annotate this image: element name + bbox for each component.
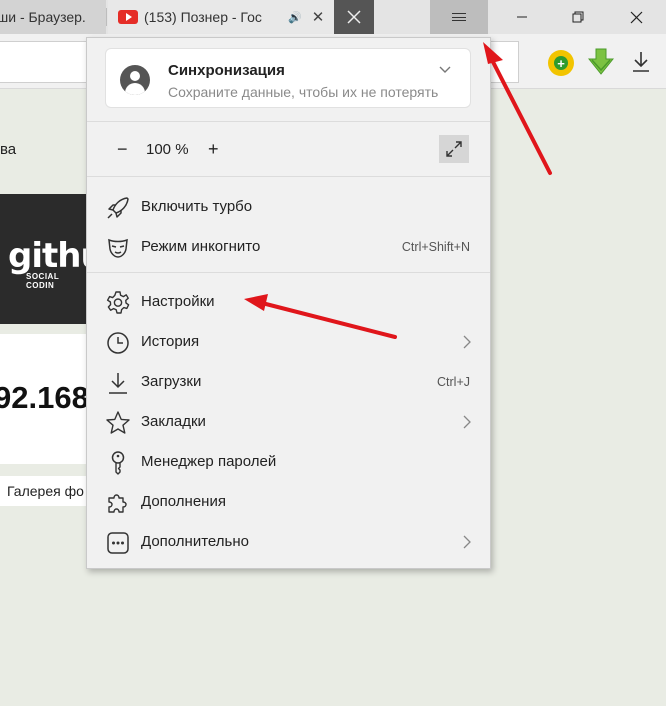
- menu-item-more[interactable]: Дополнительно: [87, 522, 490, 562]
- menu-item-shortcut: Ctrl+J: [437, 375, 470, 389]
- clock-icon: [107, 332, 129, 354]
- gallery-label: Галерея фо: [7, 483, 84, 499]
- star-icon: [106, 411, 130, 434]
- menu-item-settings[interactable]: Настройки: [87, 282, 490, 322]
- tab-title: (153) Познер - Гос: [144, 9, 262, 25]
- tab-separator: [106, 8, 107, 26]
- menu-item-label: Закладки: [141, 413, 206, 430]
- chevron-right-icon: [463, 415, 471, 429]
- menu-item-label: История: [141, 333, 200, 350]
- minimize-button[interactable]: [494, 0, 550, 34]
- menu-item-label: Дополнительно: [141, 533, 249, 550]
- github-tile[interactable]: githul SOCIAL CODIN: [0, 194, 87, 324]
- browser-menu-button[interactable]: [430, 0, 488, 34]
- menu-item-addons[interactable]: Дополнения: [87, 482, 490, 522]
- menu-item-label: Настройки: [141, 293, 215, 310]
- browser-menu: Синхронизация Сохраните данные, чтобы их…: [86, 37, 491, 569]
- sync-subtitle: Сохраните данные, чтобы их не потерять: [168, 84, 439, 100]
- fullscreen-button[interactable]: [439, 135, 469, 163]
- ip-text: 92.168: [0, 380, 89, 415]
- divider: [87, 176, 490, 177]
- close-icon[interactable]: ✕: [312, 8, 325, 26]
- speaker-icon[interactable]: 🔊: [288, 11, 302, 24]
- hamburger-icon: [452, 11, 466, 24]
- window-close-button[interactable]: [608, 0, 664, 34]
- youtube-icon: [118, 10, 138, 24]
- close-tab-button[interactable]: [334, 0, 374, 34]
- github-logo-subtext: SOCIAL CODIN: [26, 272, 60, 290]
- rocket-icon: [107, 197, 129, 219]
- minimize-icon: [517, 16, 527, 18]
- zoom-in-button[interactable]: +: [208, 139, 219, 160]
- tab-browser[interactable]: ши - Браузер.: [0, 0, 106, 34]
- menu-item-bookmarks[interactable]: Закладки: [87, 402, 490, 442]
- download-icon[interactable]: [630, 50, 652, 74]
- tab-youtube[interactable]: (153) Познер - Гос 🔊 ✕: [108, 0, 334, 34]
- restore-icon: [572, 11, 584, 23]
- close-icon: [347, 10, 361, 24]
- fullscreen-icon: [446, 141, 462, 157]
- ip-tile[interactable]: 92.168: [0, 334, 89, 464]
- restore-button[interactable]: [550, 0, 606, 34]
- chevron-down-icon[interactable]: [438, 63, 452, 77]
- chevron-right-icon: [463, 335, 471, 349]
- sync-title: Синхронизация: [168, 62, 285, 79]
- github-logo-text: githul: [8, 236, 87, 276]
- gallery-tile[interactable]: Галерея фо: [0, 476, 87, 506]
- menu-item-label: Включить турбо: [141, 198, 253, 215]
- zoom-level: 100 %: [146, 141, 189, 158]
- gear-icon: [106, 291, 130, 314]
- sync-card[interactable]: Синхронизация Сохраните данные, чтобы их…: [105, 48, 471, 108]
- download-icon: [109, 373, 127, 394]
- puzzle-icon: [108, 494, 127, 513]
- divider: [87, 272, 490, 273]
- extension-download-icon[interactable]: [588, 48, 614, 76]
- menu-item-label: Менеджер паролей: [141, 453, 277, 470]
- menu-item-label: Дополнения: [141, 493, 226, 510]
- chevron-right-icon: [463, 535, 471, 549]
- avatar: [120, 65, 150, 95]
- menu-item-downloads[interactable]: Загрузки Ctrl+J: [87, 362, 490, 402]
- page-text-fragment: ва: [0, 141, 17, 158]
- extension-refresh-icon[interactable]: +: [548, 50, 574, 76]
- menu-item-label: Режим инкогнито: [141, 238, 261, 255]
- tab-title: ши - Браузер.: [0, 9, 86, 25]
- menu-item-label: Загрузки: [141, 373, 202, 390]
- menu-item-shortcut: Ctrl+Shift+N: [401, 240, 470, 254]
- divider: [87, 121, 490, 122]
- menu-item-incognito[interactable]: Режим инкогнито Ctrl+Shift+N: [87, 227, 490, 267]
- zoom-out-button[interactable]: −: [117, 139, 128, 160]
- menu-item-history[interactable]: История: [87, 322, 490, 362]
- mask-icon: [108, 238, 128, 258]
- close-icon: [630, 11, 642, 23]
- menu-item-passwords[interactable]: Менеджер паролей: [87, 442, 490, 482]
- key-icon: [111, 451, 125, 475]
- menu-item-turbo[interactable]: Включить турбо: [87, 187, 490, 227]
- more-dots-icon: [107, 532, 129, 554]
